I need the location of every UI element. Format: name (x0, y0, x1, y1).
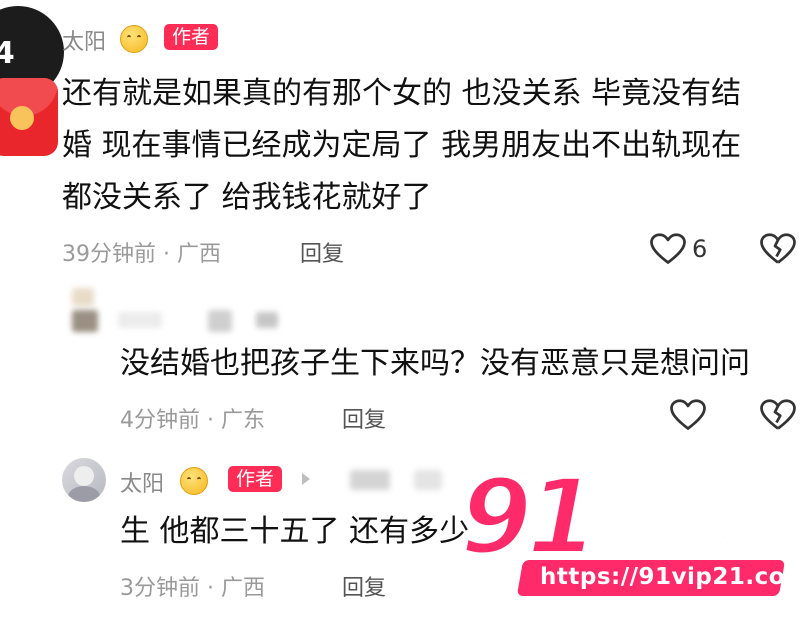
comment-time-location: 39分钟前 · 广西 (62, 242, 221, 267)
smile-emoji-icon (120, 25, 148, 53)
blurred-username (118, 312, 162, 328)
blurred-avatar (72, 310, 98, 332)
blurred-avatar (72, 288, 94, 306)
play-arrow-icon (302, 473, 310, 485)
comment-line: 还有就是如果真的有那个女的 也没关系 毕竟没有结 (62, 76, 742, 111)
broken-heart-icon[interactable] (760, 232, 796, 266)
avatar-count-badge: 44 (0, 36, 16, 71)
comment-time-location: 4分钟前 · 广东 (120, 408, 265, 433)
comment-time-location: 3分钟前 · 广西 (120, 576, 265, 601)
author-badge: 作者 (164, 24, 219, 50)
blurred-username (414, 470, 442, 490)
reply-button[interactable]: 回复 (342, 402, 386, 434)
comment-line: 婚 现在事情已经成为定局了 我男朋友出不出轨现在 (62, 128, 742, 163)
red-envelope-icon (0, 78, 58, 156)
reply-button[interactable]: 回复 (342, 570, 386, 602)
author-badge: 作者 (228, 466, 283, 492)
blurred-username (208, 310, 232, 332)
smile-emoji-icon (180, 467, 208, 495)
reply-button[interactable]: 回复 (300, 236, 344, 268)
reply-text: 生 他都三十五了 还有多少 (120, 514, 470, 549)
broken-heart-icon[interactable] (760, 398, 796, 432)
avatar[interactable] (62, 458, 106, 502)
blurred-username (256, 312, 278, 328)
comment-line: 都没关系了 给我钱花就好了 (62, 180, 432, 215)
heart-icon[interactable] (650, 232, 686, 266)
reply-text: 没结婚也把孩子生下来吗？没有恶意只是想问问 (120, 346, 750, 381)
watermark: 91 吃瓜中心 https://91vip21.com (458, 454, 800, 618)
comment-text: 还有就是如果真的有那个女的 也没关系 毕竟没有结 婚 现在事情已经成为定局了 我… (62, 68, 792, 224)
watermark-title: 吃瓜中心 (593, 500, 751, 546)
blurred-username (350, 470, 390, 490)
watermark-url: https://91vip21.com (540, 564, 800, 590)
like-count: 6 (692, 235, 708, 263)
heart-icon[interactable] (670, 398, 706, 432)
comment-username[interactable]: 太阳 (62, 24, 106, 56)
comment-username[interactable]: 太阳 (120, 466, 164, 498)
